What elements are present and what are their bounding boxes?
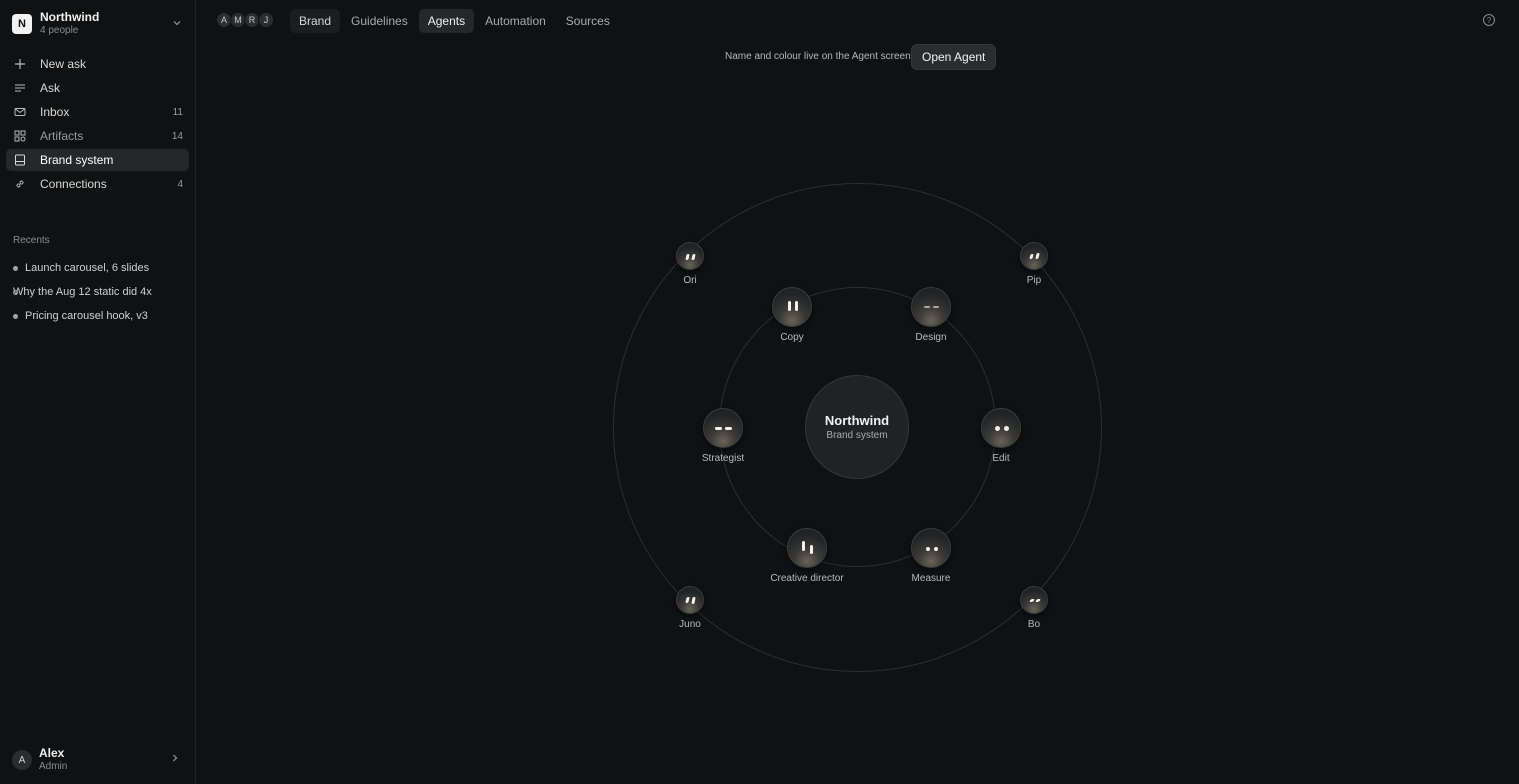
grid-icon	[13, 129, 27, 143]
agent-orb-icon	[772, 287, 812, 327]
mail-icon	[13, 105, 27, 119]
agent-copy[interactable]: Copy	[762, 287, 822, 343]
recent-item-label: Pricing carousel hook, v3	[25, 310, 148, 322]
recent-item[interactable]: Pricing carousel hook, v3	[13, 304, 189, 328]
center-subtitle: Brand system	[826, 430, 888, 441]
link-icon	[13, 177, 27, 191]
sidebar-item-connections[interactable]: Connections 4	[6, 173, 189, 195]
tab-agents[interactable]: Agents	[418, 9, 475, 33]
sidebar-item-ask[interactable]: Ask	[6, 77, 189, 99]
avatar: J	[258, 12, 274, 28]
sidebar: N Northwind 4 people New ask Ask Inbox 1…	[0, 0, 196, 784]
avatar: A	[12, 750, 32, 770]
sidebar-item-new-ask[interactable]: New ask	[6, 53, 189, 75]
agent-orb-icon	[911, 287, 951, 327]
agent-label: Ori	[683, 275, 697, 286]
sidebar-item-label: New ask	[40, 57, 87, 71]
sidebar-item-brand-system[interactable]: Brand system	[6, 149, 189, 171]
agent-label: Juno	[679, 619, 701, 630]
tab-guidelines[interactable]: Guidelines	[342, 9, 417, 33]
agent-label: Strategist	[701, 453, 745, 464]
agent-edit[interactable]: Edit	[971, 408, 1031, 464]
inbox-count: 11	[172, 106, 183, 118]
agent-orb-icon	[1020, 586, 1048, 614]
user-menu[interactable]: A Alex Admin	[12, 746, 188, 774]
recents-heading: Recents	[13, 235, 50, 246]
workspace-name: Northwind	[40, 10, 100, 24]
agent-label: Creative director	[770, 573, 844, 584]
agent-label: Measure	[911, 573, 951, 584]
sidebar-nav: New ask Ask Inbox 11 Artifacts 14 Brand …	[6, 53, 189, 197]
workspace-members-count: 4 people	[40, 25, 79, 36]
recent-item-label: Why the Aug 12 static did 4x	[13, 286, 152, 298]
tab-bar: Brand Guidelines Agents Automation Sourc…	[290, 9, 621, 33]
user-name: Alex	[39, 746, 65, 760]
plus-icon	[13, 57, 27, 71]
chevron-down-icon[interactable]	[172, 18, 182, 31]
sidebar-item-label: Connections	[40, 177, 107, 191]
sidebar-item-inbox[interactable]: Inbox 11	[6, 101, 189, 123]
bullet-icon	[13, 265, 18, 271]
agent-label: Design	[915, 332, 947, 343]
sidebar-item-artifacts[interactable]: Artifacts 14	[6, 125, 189, 147]
open-agent-button[interactable]: Open Agent	[911, 44, 997, 70]
agent-orb-icon	[676, 586, 704, 614]
workspace-switcher[interactable]: N Northwind 4 people	[12, 10, 188, 38]
agent-orbit	[0, 0, 1519, 784]
member-avatars[interactable]: A M R J	[216, 12, 274, 28]
lines-icon	[13, 81, 27, 95]
agent-orb-icon	[787, 528, 827, 568]
recents-list: Launch carousel, 6 slides Why the Aug 12…	[13, 256, 189, 328]
user-role: Admin	[39, 761, 68, 772]
center-brand-node[interactable]: Northwind Brand system	[805, 375, 909, 479]
sidebar-item-label: Artifacts	[40, 129, 84, 143]
center-title: Northwind	[824, 413, 890, 428]
agent-orb-icon	[981, 408, 1021, 448]
agent-orb-icon	[911, 528, 951, 568]
agent-orb-icon	[703, 408, 743, 448]
agent-pip[interactable]: Pip	[1014, 242, 1054, 286]
agent-strategist[interactable]: Strategist	[693, 408, 753, 464]
agent-measure[interactable]: Measure	[901, 528, 961, 584]
artifacts-count: 14	[171, 130, 183, 142]
tab-sources[interactable]: Sources	[557, 9, 619, 33]
sidebar-item-label: Brand system	[40, 153, 114, 167]
bullet-outline-icon	[13, 289, 18, 295]
book-icon	[13, 153, 27, 167]
connections-count: 4	[177, 178, 183, 190]
agent-label: Copy	[780, 332, 804, 343]
agent-bo[interactable]: Bo	[1014, 586, 1054, 630]
workspace-logo: N	[12, 14, 32, 34]
recent-item[interactable]: Launch carousel, 6 slides	[13, 256, 189, 280]
agent-label: Pip	[1026, 275, 1042, 286]
recent-item[interactable]: Why the Aug 12 static did 4x	[13, 280, 189, 304]
chevron-right-icon[interactable]	[170, 753, 180, 766]
agent-label: Bo	[1027, 619, 1041, 630]
bullet-icon	[13, 313, 18, 319]
agent-juno[interactable]: Juno	[670, 586, 710, 630]
agent-creative-director[interactable]: Creative director	[762, 528, 852, 584]
agent-notice-text: Name and colour live on the Agent screen	[725, 51, 911, 62]
agent-design[interactable]: Design	[901, 287, 961, 343]
agent-orb-icon	[1020, 242, 1048, 270]
tab-brand[interactable]: Brand	[290, 9, 341, 33]
agent-orb-icon	[676, 242, 704, 270]
agent-ori[interactable]: Ori	[670, 242, 710, 286]
tab-automation[interactable]: Automation	[476, 9, 555, 33]
agent-label: Edit	[992, 453, 1010, 464]
help-icon[interactable]: ?	[1483, 14, 1495, 26]
sidebar-item-label: Ask	[40, 81, 61, 95]
sidebar-item-label: Inbox	[40, 105, 70, 119]
recent-item-label: Launch carousel, 6 slides	[25, 262, 150, 274]
